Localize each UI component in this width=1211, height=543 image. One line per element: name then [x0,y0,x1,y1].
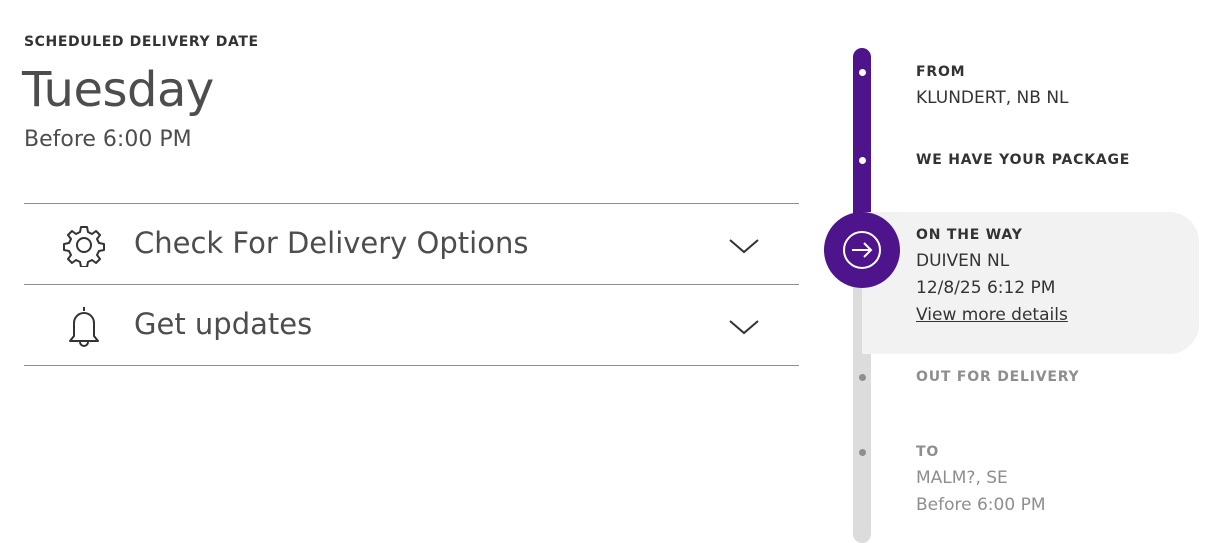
timeline-dot-have-package [859,157,866,164]
get-updates-label: Get updates [134,307,313,341]
step-to-location: MALM?, SE [916,468,1008,488]
step-on-the-way-location: DUIVEN NL [916,251,1010,271]
chevron-down-icon [728,237,760,255]
gear-icon [62,223,106,268]
step-to-time: Before 6:00 PM [916,495,1046,515]
scheduled-delivery-label: SCHEDULED DELIVERY DATE [24,34,259,50]
step-have-package-title: WE HAVE YOUR PACKAGE [916,152,1131,168]
bell-icon [62,304,106,348]
view-more-details-link[interactable]: View more details [916,305,1068,325]
delivery-time: Before 6:00 PM [24,127,192,152]
chevron-down-icon [728,318,760,336]
step-to-title: TO [916,444,940,460]
delivery-accordion: Check For Delivery Options Get updates [24,203,799,366]
timeline-dot-from [859,69,866,76]
timeline-dot-out-for-delivery [859,374,866,381]
step-out-for-delivery-title: OUT FOR DELIVERY [916,369,1080,385]
delivery-day: Tuesday [22,62,214,118]
step-from-location: KLUNDERT, NB NL [916,88,1069,108]
step-from-title: FROM [916,64,966,80]
arrow-right-circle-icon [843,231,881,269]
step-on-the-way-datetime: 12/8/25 6:12 PM [916,278,1056,298]
step-on-the-way-title: ON THE WAY [916,227,1023,243]
delivery-options-label: Check For Delivery Options [134,226,529,260]
get-updates-row[interactable]: Get updates [24,285,799,366]
current-step-marker [824,212,900,288]
delivery-options-row[interactable]: Check For Delivery Options [24,204,799,285]
timeline-dot-to [859,449,866,456]
